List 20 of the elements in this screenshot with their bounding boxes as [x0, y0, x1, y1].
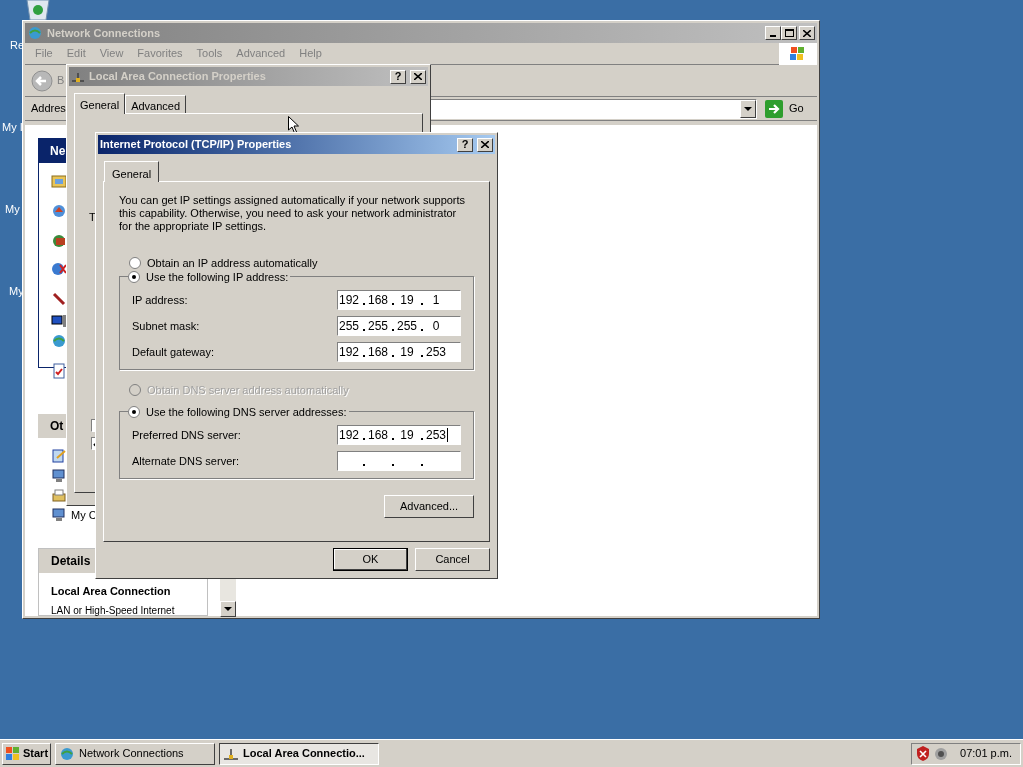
radio-label: Use the following IP address: [146, 269, 289, 285]
details-title: Local Area Connection [51, 584, 172, 599]
field-label: Preferred DNS server: [132, 427, 241, 443]
field-label: IP address: [132, 292, 188, 308]
field-label: T [89, 210, 96, 225]
details-subtitle: LAN or High-Speed Internet [51, 603, 176, 618]
window-title: Internet Protocol (TCP/IP) Properties [100, 137, 293, 153]
radio-label: Use the following DNS server addresses: [146, 404, 347, 420]
panel-header-title: Ot [50, 418, 64, 435]
field-label: Alternate DNS server: [132, 453, 239, 469]
clock: 07:01 p.m. [959, 746, 1013, 762]
panel-header-title: Ne [50, 142, 66, 160]
window-title: Network Connections [47, 25, 162, 41]
intro-text: You can get IP settings assigned automatically if your network supports this capability. Otherwise, you need to ask your network administrator for the appropriate IP settings. [119, 194, 467, 233]
field-label: Subnet mask: [132, 318, 200, 334]
field-label: Default gateway: [132, 344, 214, 360]
panel-header-title: Details [51, 553, 91, 570]
address-label: Addres [31, 101, 67, 117]
window-title: Local Area Connection Properties [89, 69, 267, 85]
radio-label: Obtain an IP address automatically [147, 255, 318, 271]
